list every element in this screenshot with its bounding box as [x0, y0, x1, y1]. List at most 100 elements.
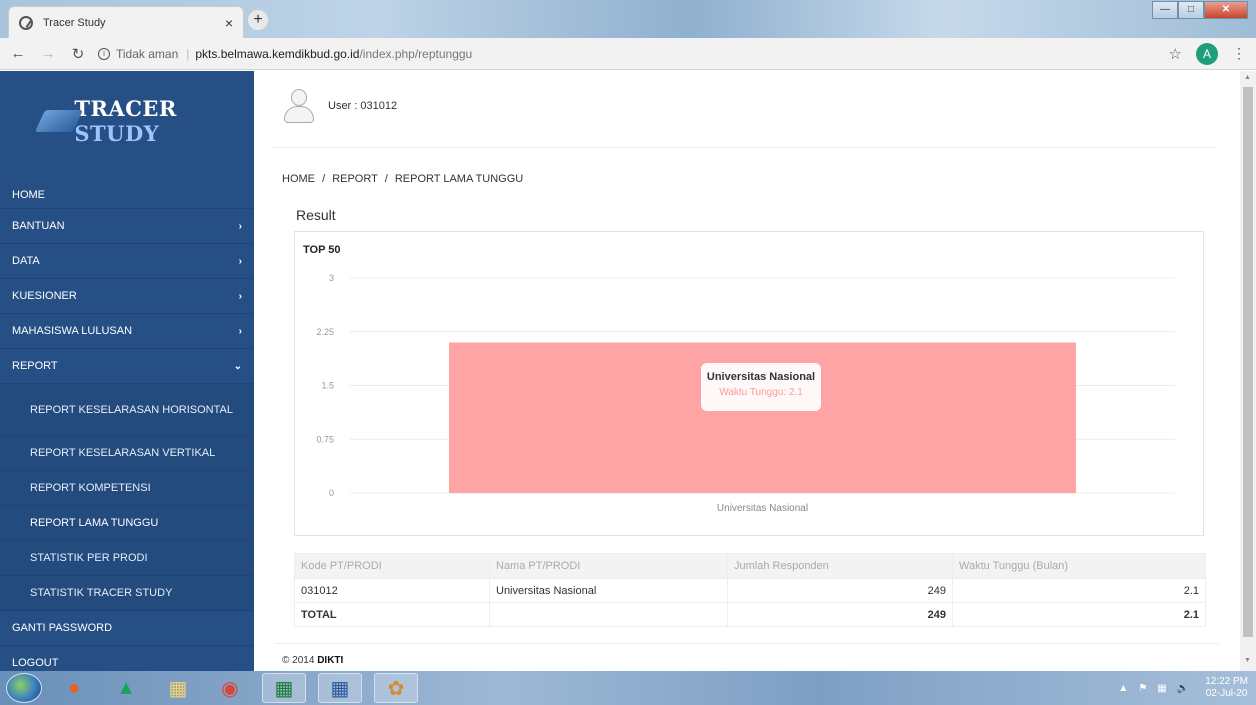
volume-icon[interactable]: 🔈 [1177, 683, 1189, 694]
scroll-up-icon[interactable]: ▲ [1244, 74, 1251, 81]
footer-org: DIKTI [317, 655, 344, 666]
cell-waktu: 2.1 [952, 578, 1206, 603]
sidebar-subitem-statistik-per-prodi[interactable]: STATISTIK PER PRODI [0, 541, 254, 576]
chevron-right-icon: › [238, 220, 242, 232]
url-field[interactable]: i Tidak aman | pkts.belmawa.kemdikbud.go… [98, 43, 1169, 65]
breadcrumb-report[interactable]: REPORT [332, 173, 377, 185]
sidebar-item-ganti-password[interactable]: GANTI PASSWORD [0, 611, 254, 646]
sidebar-subitem-kompetensi[interactable]: REPORT KOMPETENSI [0, 471, 254, 506]
result-title: Result [296, 207, 336, 223]
chart-tooltip: Universitas Nasional Waktu Tunggu: 2.1 [701, 363, 821, 411]
excel-icon[interactable]: ▦ [262, 673, 306, 703]
sidebar-item-bantuan[interactable]: BANTUAN › [0, 209, 254, 244]
sidebar-subitem-keselarasan-vertikal[interactable]: REPORT KESELARASAN VERTIKAL [0, 436, 254, 471]
network-icon[interactable]: ▦ [1157, 683, 1166, 694]
scroll-thumb[interactable] [1243, 87, 1253, 637]
logo-text: TRACER STUDY [74, 96, 177, 146]
browser-tab[interactable]: Tracer Study × [8, 6, 244, 38]
y-tick-label: 0 [329, 488, 334, 498]
chevron-right-icon: › [238, 290, 242, 302]
user-bar: User : 031012 [284, 89, 397, 123]
result-table: Kode PT/PRODI Nama PT/PRODI Jumlah Respo… [294, 553, 1206, 627]
url-domain: pkts.belmawa.kemdikbud.go.id [195, 46, 360, 61]
close-window-button[interactable]: ✕ [1204, 1, 1248, 19]
new-tab-button[interactable]: + [248, 10, 268, 30]
total-responden: 249 [727, 602, 953, 627]
cell-nama: Universitas Nasional [489, 578, 728, 603]
x-tick-label: Universitas Nasional [717, 503, 808, 514]
start-button-icon[interactable] [6, 673, 42, 703]
scroll-down-icon[interactable]: ▼ [1244, 657, 1251, 664]
table-total-row: TOTAL 249 2.1 [294, 602, 1206, 627]
url-security-label: Tidak aman [116, 46, 179, 61]
clock[interactable]: 12:22 PM 02-Jul-20 [1205, 676, 1248, 700]
sidebar-item-mahasiswa-lulusan[interactable]: MAHASISWA LULUSAN › [0, 314, 254, 349]
sidebar-item-report[interactable]: REPORT ⌄ [0, 349, 254, 384]
total-waktu: 2.1 [952, 602, 1206, 627]
chevron-right-icon: › [238, 255, 242, 267]
google-drive-icon[interactable]: ▲ [106, 673, 146, 703]
footer: © 2014 DIKTI [282, 655, 344, 666]
col-nama: Nama PT/PRODI [489, 553, 728, 579]
sidebar-subitem-lama-tunggu[interactable]: REPORT LAMA TUNGGU [0, 506, 254, 541]
tab-close-button[interactable]: × [225, 15, 233, 31]
url-separator: | [186, 46, 190, 61]
tooltip-value: Waktu Tunggu: 2.1 [719, 387, 803, 398]
globe-icon [19, 15, 33, 30]
tooltip-name: Universitas Nasional [706, 371, 816, 383]
profile-avatar[interactable]: A [1196, 42, 1218, 65]
col-responden: Jumlah Responden [727, 553, 953, 579]
report-submenu: REPORT KESELARASAN HORISONTAL REPORT KES… [0, 384, 254, 611]
window-controls: — □ ✕ [1152, 1, 1248, 19]
chevron-down-icon: ⌄ [233, 360, 242, 372]
table-row: 031012 Universitas Nasional 249 2.1 [294, 578, 1206, 603]
y-tick-label: 0.75 [316, 434, 334, 444]
back-icon[interactable]: ← [6, 45, 30, 62]
minimize-button[interactable]: — [1152, 1, 1178, 19]
sidebar-subitem-keselarasan-horisontal[interactable]: REPORT KESELARASAN HORISONTAL [0, 384, 254, 436]
sidebar: TRACER STUDY HOME BANTUAN › DATA › KUESI… [0, 71, 254, 681]
total-label: TOTAL [294, 602, 490, 627]
firefox-icon[interactable]: ● [54, 673, 94, 703]
forward-icon[interactable]: → [36, 45, 60, 62]
sidebar-item-home[interactable]: HOME [0, 171, 254, 209]
chart-title: TOP 50 [303, 244, 341, 256]
bookmark-star-icon[interactable]: ☆ [1169, 45, 1182, 63]
info-icon[interactable]: i [98, 47, 110, 60]
cell-kode: 031012 [294, 578, 490, 603]
user-avatar-icon [284, 89, 314, 123]
y-tick-label: 3 [329, 273, 334, 283]
word-icon[interactable]: ▦ [318, 673, 362, 703]
chevron-right-icon: › [238, 325, 242, 337]
maximize-button[interactable]: □ [1178, 1, 1204, 19]
tracer-study-logo[interactable]: TRACER STUDY [0, 71, 254, 171]
breadcrumb-home[interactable]: HOME [282, 173, 315, 185]
reload-icon[interactable]: ↻ [66, 45, 90, 63]
chrome-icon[interactable]: ◉ [210, 673, 250, 703]
sidebar-subitem-statistik-tracer-study[interactable]: STATISTIK TRACER STUDY [0, 576, 254, 611]
breadcrumb-current: REPORT LAMA TUNGGU [394, 173, 524, 185]
tab-title: Tracer Study [43, 16, 106, 29]
footer-divider [274, 643, 1219, 644]
flag-icon[interactable]: ⚑ [1138, 683, 1147, 694]
sidebar-item-data[interactable]: DATA › [0, 244, 254, 279]
chart-panel: 0 0.75 1.5 2.25 3 Universitas Nasional TOP 50… [294, 231, 1204, 536]
page-scrollbar[interactable]: ▲ ▼ [1240, 71, 1256, 671]
user-label: User : 031012 [328, 100, 398, 112]
windows-taskbar: ● ▲ ▦ ◉ ▦ ▦ ✿ ▲ ⚑ ▦ 🔈 12:22 PM 02-Jul-20 [0, 671, 1256, 705]
y-tick-label: 1.5 [321, 381, 334, 391]
main-content: User : 031012 HOME / REPORT / REPORT LAM… [254, 71, 1240, 671]
tray-expand-icon[interactable]: ▲ [1118, 683, 1128, 694]
file-explorer-icon[interactable]: ▦ [158, 673, 198, 703]
paint-icon[interactable]: ✿ [374, 673, 418, 703]
breadcrumb: HOME / REPORT / REPORT LAMA TUNGGU [282, 173, 524, 185]
logo-mark-icon [36, 104, 78, 138]
y-tick-label: 2.25 [316, 327, 334, 337]
sidebar-item-kuesioner[interactable]: KUESIONER › [0, 279, 254, 314]
browser-menu-icon[interactable]: ⋮ [1232, 45, 1246, 62]
url-path: /index.php/reptunggu [359, 46, 473, 61]
cell-responden: 249 [727, 578, 953, 603]
system-tray: ▲ ⚑ ▦ 🔈 12:22 PM 02-Jul-20 [1118, 676, 1248, 700]
browser-tab-strip: Tracer Study × + — □ ✕ [0, 0, 1256, 38]
header-divider [272, 147, 1217, 148]
